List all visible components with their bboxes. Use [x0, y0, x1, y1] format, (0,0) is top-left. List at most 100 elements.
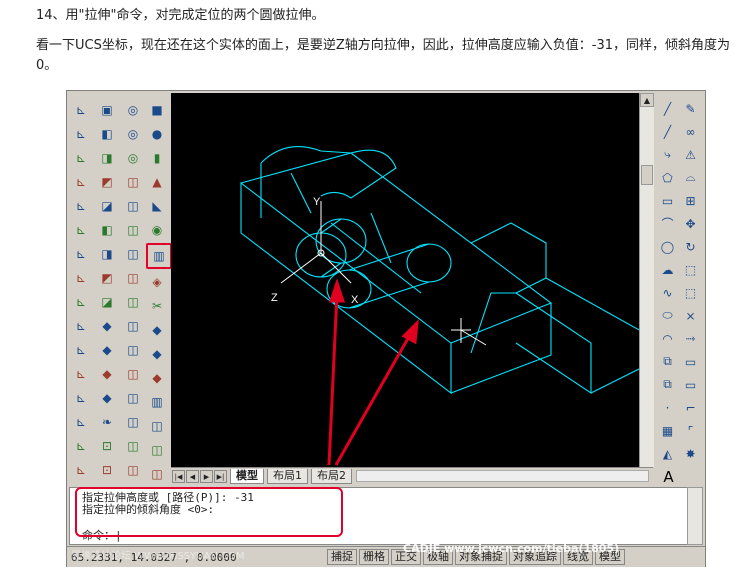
ucs-named-icon[interactable]: ⊾ [70, 411, 92, 433]
intersect-icon[interactable]: ◎ [122, 123, 144, 145]
extrude-icon[interactable]: ▥ [146, 243, 172, 269]
polygon-icon[interactable]: ⬠ [658, 167, 677, 188]
copy-icon[interactable]: ∞ [681, 121, 700, 142]
tab-layout1[interactable]: 布局1 [267, 468, 308, 484]
line-icon[interactable]: ╱ [658, 98, 677, 119]
solid-wedge-icon[interactable]: ◣ [146, 195, 168, 217]
ucs-move-icon[interactable]: ⊾ [70, 435, 92, 457]
taper-face-icon[interactable]: ◨ [96, 243, 118, 265]
ucs-origin-icon[interactable]: ⊾ [70, 243, 92, 265]
subtract-icon[interactable]: ◎ [122, 99, 144, 121]
horizontal-scrollbar[interactable] [356, 470, 649, 482]
check-icon[interactable]: ⊡ [96, 459, 118, 481]
ucs-previous-icon[interactable]: ⊾ [70, 147, 92, 169]
spline-icon[interactable]: ∿ [658, 282, 677, 303]
revcloud-icon[interactable]: ☁ [658, 259, 677, 280]
offset-icon[interactable]: ⌓ [681, 167, 700, 188]
copy-face-icon[interactable]: ◩ [96, 267, 118, 289]
solprof-icon[interactable]: ◫ [146, 415, 168, 437]
extrude-face-icon[interactable]: ◧ [96, 123, 118, 145]
ucs-extra-icon[interactable]: ⊾ [70, 459, 92, 481]
hatch-icon[interactable]: ▦ [658, 420, 677, 441]
vertical-scrollbar[interactable]: ▲ [639, 93, 654, 467]
solid-cone-icon[interactable]: ▲ [146, 171, 168, 193]
rotate-face-icon[interactable]: ◧ [96, 219, 118, 241]
revolve-solid-icon[interactable]: ◈ [146, 271, 168, 293]
clean-icon[interactable]: ◆ [96, 387, 118, 409]
break-point-icon[interactable]: ▭ [681, 374, 700, 395]
erase-icon[interactable]: ✎ [681, 98, 700, 119]
torus-icon[interactable]: ◫ [122, 291, 144, 313]
ucs-apply-icon[interactable]: ⊾ [70, 387, 92, 409]
soldraw-icon[interactable]: ▥ [146, 391, 168, 413]
ucs-object-icon[interactable]: ⊾ [70, 195, 92, 217]
last-tab-icon[interactable]: ▶| [214, 469, 227, 483]
command-scrollbar[interactable] [687, 487, 703, 545]
first-tab-icon[interactable]: |◀ [172, 469, 185, 483]
color-edge-icon[interactable]: ◆ [96, 339, 118, 361]
region-icon[interactable]: ◭ [658, 443, 677, 464]
tab-model[interactable]: 模型 [230, 468, 264, 484]
fillet-icon[interactable]: ⌜ [681, 420, 700, 441]
cone-icon[interactable]: ◫ [122, 243, 144, 265]
solview-icon[interactable]: ◆ [146, 367, 168, 389]
separate-icon[interactable]: ❧ [96, 411, 118, 433]
ellipse-icon[interactable]: ⬭ [658, 305, 677, 326]
interference-icon[interactable]: ◆ [146, 343, 168, 365]
extend-icon[interactable]: ⤑ [681, 328, 700, 349]
scroll-up-icon[interactable]: ▲ [640, 93, 654, 107]
ucs-face-icon[interactable]: ⊾ [70, 171, 92, 193]
ucs-zaxis-icon[interactable]: ⊾ [70, 267, 92, 289]
ucs-y-icon[interactable]: ⊾ [70, 339, 92, 361]
ucs-z-icon[interactable]: ⊾ [70, 363, 92, 385]
break-icon[interactable]: ▭ [681, 351, 700, 372]
delete-face-icon[interactable]: ◪ [96, 195, 118, 217]
polyline-icon[interactable]: ⤷ [658, 144, 677, 165]
ucs-view-icon[interactable]: ⊾ [70, 219, 92, 241]
union-icon[interactable]: ▣ [96, 99, 118, 121]
next-tab-icon[interactable]: ▶ [200, 469, 213, 483]
mirror-icon[interactable]: ⚠ [681, 144, 700, 165]
chamfer-icon[interactable]: ⌐ [681, 397, 700, 418]
wedge-icon[interactable]: ◫ [122, 267, 144, 289]
copy-edge-icon[interactable]: ◆ [96, 315, 118, 337]
shell-icon[interactable]: ⊡ [96, 435, 118, 457]
array-icon[interactable]: ⊞ [681, 190, 700, 211]
extrude-faces-icon[interactable]: ◎ [122, 147, 144, 169]
sphere-icon[interactable]: ◫ [122, 195, 144, 217]
arc-icon[interactable]: ⌒ [658, 213, 677, 234]
box-icon[interactable]: ◫ [122, 171, 144, 193]
imprint-icon[interactable]: ◆ [96, 363, 118, 385]
section-icon[interactable]: ◫ [122, 363, 144, 385]
insert-block-icon[interactable]: ⧉ [658, 351, 677, 372]
point-icon[interactable]: · [658, 397, 677, 418]
ucs-3point-icon[interactable]: ⊾ [70, 291, 92, 313]
ucs-world-icon[interactable]: ⊾ [70, 123, 92, 145]
solid-cylinder-icon[interactable]: ▮ [146, 147, 168, 169]
rotate-icon[interactable]: ↻ [681, 236, 700, 257]
trim-icon[interactable]: ⨯ [681, 305, 700, 326]
scale-icon[interactable]: ⬚ [681, 259, 700, 280]
setup-drawing-icon[interactable]: ◫ [122, 411, 144, 433]
setup-view-icon[interactable]: ◫ [122, 435, 144, 457]
solid-extra-icon[interactable]: ◫ [146, 439, 168, 461]
rectangle-icon[interactable]: ▭ [658, 190, 677, 211]
move-icon[interactable]: ✥ [681, 213, 700, 234]
slice-solid-icon[interactable]: ✂ [146, 295, 168, 317]
mtext-icon[interactable]: A [658, 466, 679, 487]
stretch-icon[interactable]: ⬚ [681, 282, 700, 303]
ucs-icon[interactable]: ⊾ [70, 99, 92, 121]
interfere-icon[interactable]: ◫ [122, 387, 144, 409]
explode-icon[interactable]: ✸ [681, 443, 700, 464]
offset-face-icon[interactable]: ◩ [96, 171, 118, 193]
setup-profile-icon[interactable]: ◫ [122, 459, 144, 481]
scroll-thumb[interactable] [641, 165, 653, 185]
slice-icon[interactable]: ◫ [122, 339, 144, 361]
ellipse-arc-icon[interactable]: ◠ [658, 328, 677, 349]
solid-torus-icon[interactable]: ◉ [146, 219, 168, 241]
make-block-icon[interactable]: ⧉ [658, 374, 677, 395]
construction-line-icon[interactable]: ╱ [658, 121, 677, 142]
grid-button[interactable]: 栅格 [359, 549, 389, 565]
revolve-icon[interactable]: ◫ [122, 315, 144, 337]
solid-extra2-icon[interactable]: ◫ [146, 463, 168, 485]
